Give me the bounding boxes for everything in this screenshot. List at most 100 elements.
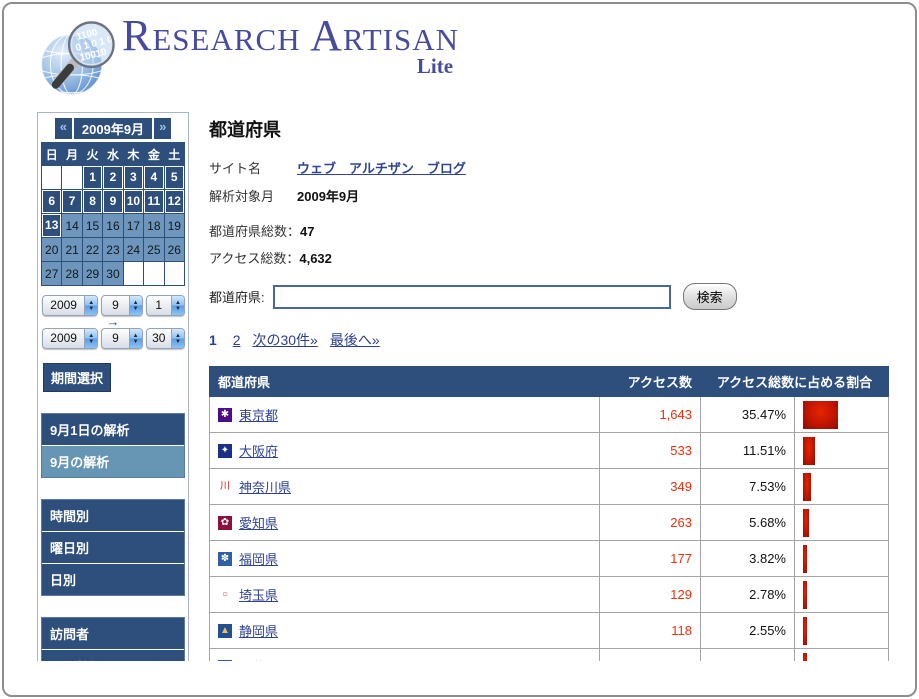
calendar-day-link[interactable]: 10 [125,191,142,212]
calendar-day-cell: 17 [123,214,143,238]
range-from-month-select[interactable]: 9▲▼ [101,295,142,316]
sidebar-item[interactable]: 9月1日の解析 [42,414,184,446]
sidebar-item[interactable]: 日別 [42,564,184,595]
access-count-cell: 116 [600,649,701,662]
prefecture-total-label: 都道府県総数： [209,224,300,239]
prefecture-link[interactable]: 東京都 [239,408,278,423]
prefecture-link[interactable]: 静岡県 [239,624,278,639]
current-page: 1 [209,332,217,348]
access-count-cell: 177 [600,541,701,577]
sidebar-item[interactable]: 時間別 [42,500,184,532]
prefecture-cell: ✿ 愛知県 [210,505,600,541]
calendar-prev-button[interactable]: « [55,118,72,139]
calendar-day-cell: 19 [164,214,184,238]
sidebar-menu: 9月1日の解析9月の解析時間別曜日別日別訪問者IPアドレスリモートホスト [41,413,185,661]
column-header-access-count: アクセス数 [600,367,701,397]
calendar-day-link[interactable]: 5 [166,167,183,188]
prefecture-flag-icon: ▲ [218,624,232,638]
site-name-link[interactable]: ウェブ アルチザン ブログ [297,158,466,177]
column-header-prefecture: 都道府県 [210,367,600,397]
calendar-day-cell: 28 [62,262,82,286]
calendar-day-link[interactable]: 6 [43,191,60,212]
calendar-day-cell: 16 [103,214,123,238]
period-value: 2009年9月 [297,186,359,205]
range-to-month-select[interactable]: 9▲▼ [101,328,142,349]
prefecture-cell: ✦ 千葉県 [210,649,600,662]
calendar-day-link[interactable]: 13 [43,215,60,236]
calendar-day-link[interactable]: 11 [145,191,162,212]
calendar-day-cell: 7 [62,190,82,214]
table-row: ○埼玉県1292.78% [210,577,889,613]
access-share-bar [803,401,838,429]
sidebar-item[interactable]: 曜日別 [42,532,184,564]
prefecture-link[interactable]: 埼玉県 [239,588,278,603]
prefecture-link[interactable]: 愛知県 [239,516,278,531]
calendar-day-link[interactable]: 3 [125,167,142,188]
calendar-day-link[interactable]: 7 [63,191,80,212]
search-button[interactable]: 検索 [683,283,737,310]
search-label: 都道府県: [209,287,265,306]
prefecture-link[interactable]: 福岡県 [239,552,278,567]
access-share-cell: 2.5% [701,649,795,662]
calendar-day-link[interactable]: 12 [166,191,183,212]
period-label: 解析対象月 [209,186,297,205]
search-form: 都道府県: 検索 [209,283,889,310]
calendar-day-cell: 18 [144,214,164,238]
pagination-link[interactable]: 次の30件» [252,332,317,348]
globe-magnifier-icon: 1100 0 1 0 1 0 10010 [38,12,118,109]
period-select-button[interactable]: 期間選択 [43,363,111,392]
range-to-day-select[interactable]: 30▲▼ [146,328,185,349]
pagination-link[interactable]: 最後へ» [330,332,380,348]
access-share-bar-cell [795,577,889,613]
pagination: 1 2 次の30件» 最後へ» [209,330,889,350]
table-row: ✱東京都1,64335.47% [210,397,889,433]
prefecture-link[interactable]: 千葉県 [239,660,278,661]
calendar-next-button[interactable]: » [154,118,171,139]
calendar-empty-cell [144,262,164,286]
logo-title: Research Artisan [122,12,459,60]
calendar-day-link[interactable]: 9 [104,191,121,212]
calendar-day-link[interactable]: 4 [145,167,162,188]
access-count-cell: 118 [600,613,701,649]
totals: 都道府県総数：47 アクセス総数：4,632 [209,221,889,267]
pagination-link[interactable]: 2 [233,332,241,348]
sidebar-item[interactable]: 9月の解析 [42,446,184,477]
prefecture-table: 都道府県 アクセス数 アクセス総数に占める割合 ✱東京都1,64335.47%✦… [209,366,889,661]
table-row: ▲ 静岡県 1182.55% [210,613,889,649]
sidebar-item[interactable]: IPアドレス [42,650,184,661]
sidebar: « 2009年9月 » 日月火水木金土 12345678910111213141… [37,112,189,661]
prefecture-cell: ✽福岡県 [210,541,600,577]
prefecture-flag-icon: ✱ [218,408,232,422]
access-share-cell: 2.55% [701,613,795,649]
access-count-cell: 129 [600,577,701,613]
access-share-cell: 5.68% [701,505,795,541]
prefecture-flag-icon: ✦ [218,660,232,661]
range-from-year-select[interactable]: 2009▲▼ [42,295,98,316]
access-count-cell: 349 [600,469,701,505]
calendar-day-link[interactable]: 1 [84,167,101,188]
range-to-year-select[interactable]: 2009▲▼ [42,328,98,349]
calendar-day-cell: 13 [42,214,62,238]
calendar-empty-cell [42,166,62,190]
calendar-day-cell: 22 [82,238,102,262]
prefecture-link[interactable]: 神奈川県 [239,480,291,495]
calendar-day-cell: 25 [144,238,164,262]
range-from-day-select[interactable]: 1▲▼ [146,295,185,316]
calendar-month-label: 2009年9月 [74,118,152,139]
calendar-day-link[interactable]: 2 [104,167,121,188]
calendar-day-cell: 27 [42,262,62,286]
calendar-weekday: 日 [42,143,62,166]
calendar-day-link[interactable]: 8 [84,191,101,212]
sidebar-menu-group: 訪問者IPアドレスリモートホスト [41,617,185,661]
access-share-cell: 35.47% [701,397,795,433]
stepper-icon: ▲▼ [171,329,184,348]
prefecture-search-input[interactable] [273,285,671,309]
sidebar-menu-group: 9月1日の解析9月の解析 [41,413,185,478]
prefecture-link[interactable]: 大阪府 [239,444,278,459]
sidebar-item[interactable]: 訪問者 [42,618,184,650]
calendar-weekday: 土 [164,143,184,166]
prefecture-flag-icon: ✿ [218,516,232,530]
column-header-access-share: アクセス総数に占める割合 [701,367,889,397]
site-name-label: サイト名 [209,158,297,177]
access-share-bar [803,473,811,501]
